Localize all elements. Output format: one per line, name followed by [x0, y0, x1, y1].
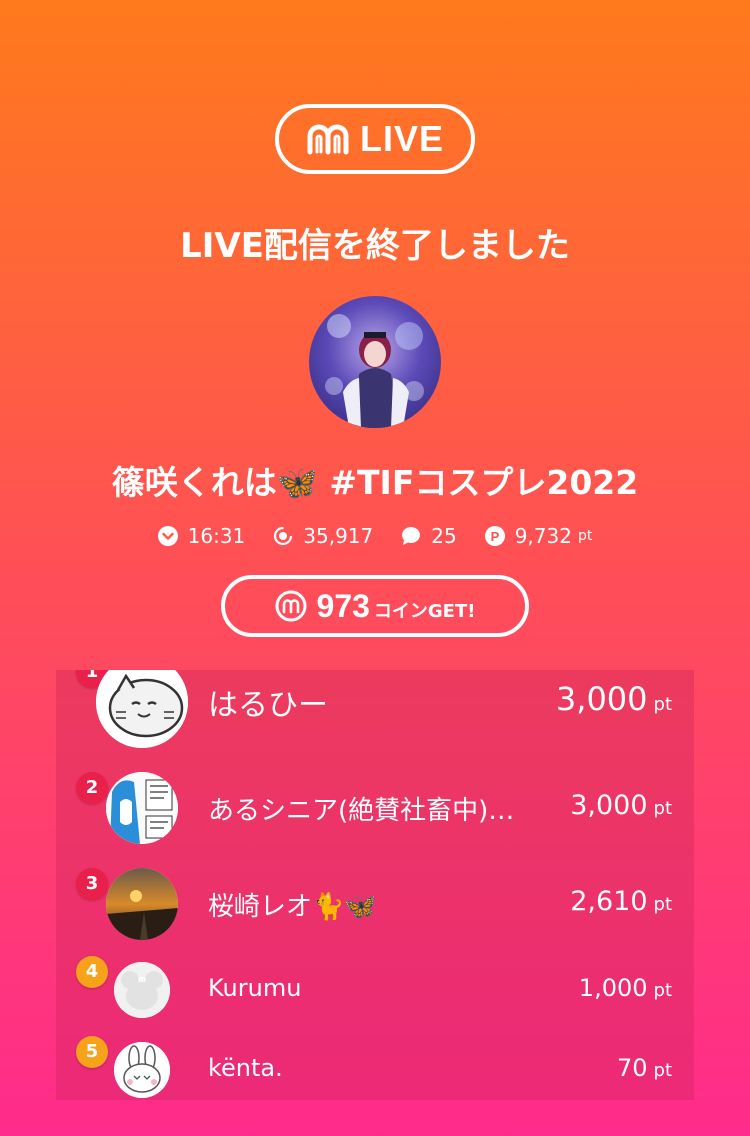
- avatar: [114, 1042, 170, 1098]
- coin-count: 973: [316, 587, 370, 624]
- avatar: [106, 868, 178, 940]
- avatar: [106, 772, 178, 844]
- ranking-points: 3,000 pt: [570, 790, 672, 821]
- comments-stat: 25: [401, 524, 457, 548]
- ranking-points-unit: pt: [653, 894, 672, 915]
- m-logo-icon: [307, 124, 349, 155]
- sunset-photo-avatar: [106, 868, 178, 940]
- coin-get-badge: 973 コインGET!: [221, 575, 529, 637]
- points-unit: pt: [577, 528, 593, 544]
- points-p-icon: P: [484, 526, 505, 546]
- ranking-points: 2,610 pt: [570, 886, 672, 917]
- logo-text: LIVE: [359, 118, 444, 159]
- comments-value: 25: [431, 524, 457, 548]
- ranking-user-name: あるシニア(絶賛社畜中)…: [208, 796, 515, 826]
- m-coin-icon: [275, 590, 307, 622]
- duration-stat: 16:31: [157, 524, 246, 548]
- ranking-row[interactable]: 4 m Kurumu 1,000 pt: [56, 956, 694, 1022]
- ranking-user-name: 桜崎レオ🐈🦋: [208, 892, 377, 922]
- gift-ranking-list: 1 はるひー 3,000 pt 2 あるシニア(絶賛社畜中)… 3,000 pt…: [56, 670, 694, 1100]
- ranking-points: 3,000 pt: [556, 680, 672, 718]
- stats-row: 16:31 35,917 25 P 9,732 pt: [0, 524, 750, 548]
- manga-character-avatar: [106, 772, 178, 844]
- svg-text:P: P: [490, 529, 499, 544]
- ranking-points-value: 2,610: [570, 886, 648, 917]
- stream-title: 篠咲くれは🦋 #TIFコスプレ2022: [111, 463, 639, 502]
- rank-badge: 3: [76, 868, 108, 900]
- svg-text:m: m: [138, 974, 146, 984]
- ranking-points: 1,000 pt: [579, 974, 672, 1002]
- live-logo: LIVE: [275, 104, 475, 174]
- points-value: 9,732: [514, 524, 572, 548]
- streamer-avatar[interactable]: [309, 296, 441, 428]
- ranking-user-name: はるひー: [208, 688, 328, 723]
- ranking-row[interactable]: 1 はるひー 3,000 pt: [56, 670, 694, 756]
- streamer-avatar-image: [325, 314, 424, 428]
- ranking-points-unit: pt: [653, 1060, 672, 1081]
- ranking-points-value: 3,000: [570, 790, 648, 821]
- ranking-points-unit: pt: [653, 980, 672, 1001]
- cat-illustration-avatar: [96, 670, 188, 748]
- rank-badge: 5: [76, 1036, 108, 1068]
- ranking-user-name: Kurumu: [208, 974, 302, 1002]
- ranking-points-value: 3,000: [555, 680, 648, 718]
- avatar: [96, 670, 188, 748]
- live-ended-message: LIVE配信を終了しました: [180, 226, 570, 266]
- clock-chevron-icon: [157, 526, 178, 546]
- avatar: m: [114, 962, 170, 1018]
- ranking-row[interactable]: 2 あるシニア(絶賛社畜中)… 3,000 pt: [56, 770, 694, 846]
- rabbit-illustration-avatar: [114, 1042, 170, 1098]
- viewers-stat: 35,917: [273, 524, 373, 548]
- duration-value: 16:31: [187, 524, 246, 548]
- default-mouse-avatar: m: [114, 962, 170, 1018]
- viewers-icon: [274, 526, 293, 546]
- ranking-points-value: 1,000: [578, 974, 648, 1002]
- ranking-points-value: 70: [616, 1054, 648, 1082]
- rank-badge: 2: [76, 772, 108, 804]
- ranking-points-unit: pt: [653, 798, 672, 819]
- ranking-points: 70 pt: [617, 1054, 672, 1082]
- points-stat: P 9,732 pt: [484, 524, 593, 548]
- ranking-row[interactable]: 5 kënta. 70 pt: [56, 1036, 694, 1100]
- viewers-value: 35,917: [303, 524, 374, 548]
- rank-badge: 4: [76, 956, 108, 988]
- ranking-points-unit: pt: [653, 694, 672, 715]
- comment-bubble-icon: [402, 527, 421, 545]
- coin-suffix: コインGET!: [373, 601, 476, 622]
- ranking-row[interactable]: 3 桜崎レオ🐈🦋 2,610 pt: [56, 866, 694, 942]
- ranking-user-name: kënta.: [208, 1054, 283, 1082]
